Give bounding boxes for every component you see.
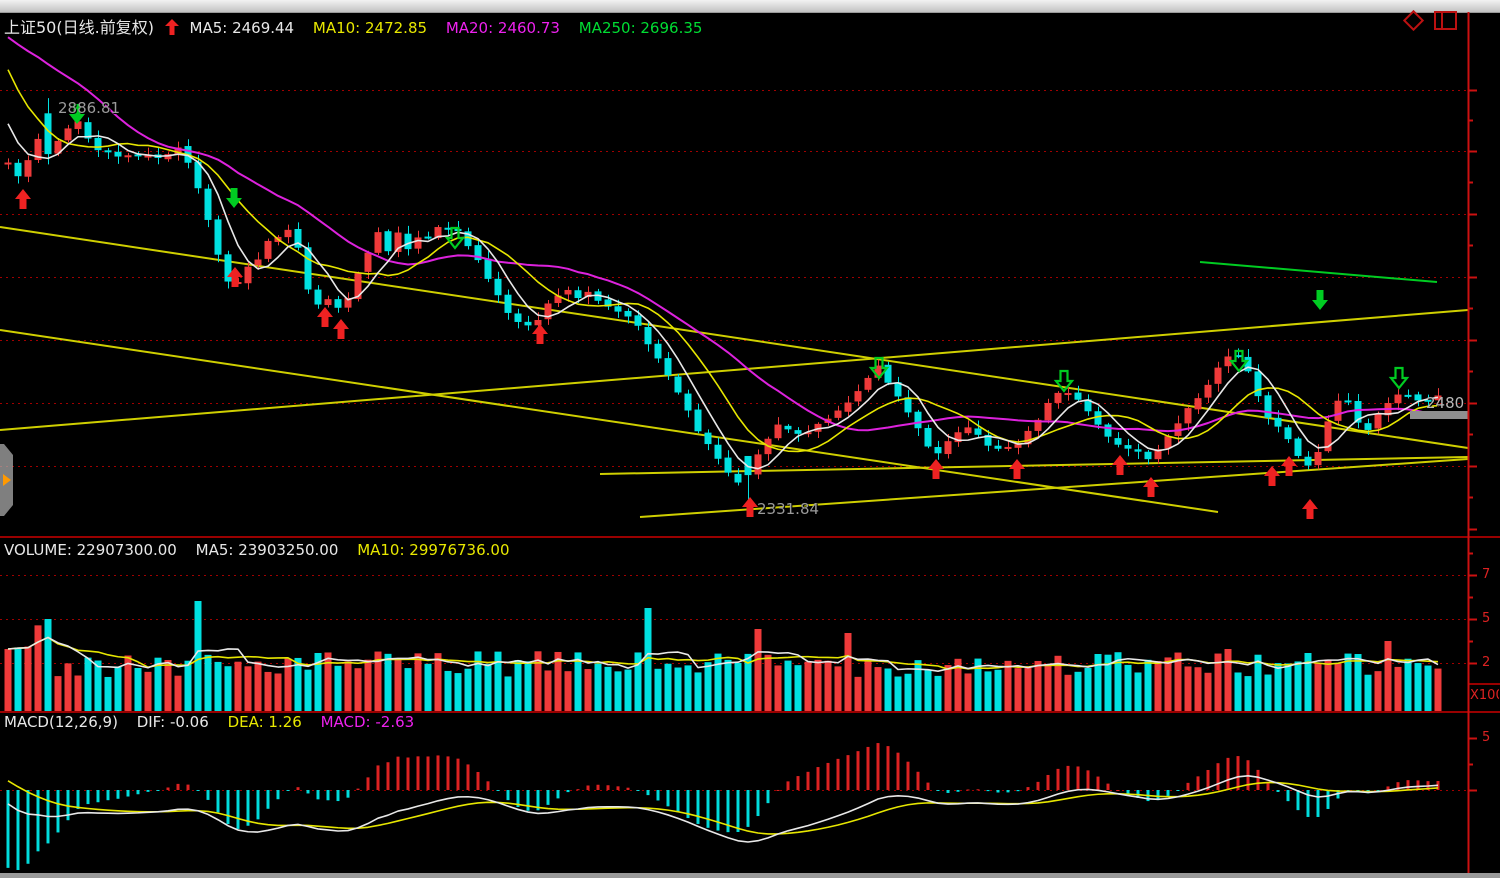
volume-bars (5, 601, 1442, 711)
macd-value: MACD: -2.63 (321, 713, 415, 731)
split-window-icon[interactable] (1434, 11, 1457, 30)
last-price-tag (1410, 411, 1468, 419)
symbol-title: 上证50(日线.前复权) (4, 18, 154, 37)
low-price-label: 2331.84 (757, 500, 819, 518)
hollow-signal-arrow (1391, 368, 1407, 388)
buy-signal-arrow (15, 189, 31, 209)
macd-axis-label: 5 (1482, 730, 1490, 745)
volume-axis-label: 2 (1482, 655, 1490, 670)
chart-canvas[interactable] (0, 0, 1500, 878)
volume-scale-label: X10000 (1470, 688, 1499, 703)
volume-axis-label: 5 (1482, 611, 1490, 626)
buy-signal-arrow (742, 497, 758, 517)
macd-lines (8, 776, 1438, 842)
right-axis (1468, 12, 1477, 873)
ma10-value: MA10: 2472.85 (313, 19, 427, 37)
buy-signal-arrow (1112, 455, 1128, 475)
last-price-label: 2480 (1426, 394, 1464, 412)
volume-ma-lines (8, 637, 1438, 671)
sell-signal-arrow (1312, 290, 1328, 310)
signal-arrows (15, 104, 1407, 519)
macd-header: MACD(12,26,9) DIF: -0.06 DEA: 1.26 MACD:… (4, 713, 428, 731)
high-price-label: 2886.81 (58, 99, 120, 117)
up-arrow-icon (165, 19, 179, 35)
volume-value: VOLUME: 22907300.00 (4, 541, 177, 559)
buy-signal-arrow (1009, 459, 1025, 479)
volume-ma5-value: MA5: 23903250.00 (196, 541, 339, 559)
price-tag (1410, 411, 1468, 419)
volume-axis-label: 7 (1482, 567, 1490, 582)
ma5-value: MA5: 2469.44 (190, 19, 295, 37)
sidebar-expand-handle[interactable] (0, 444, 13, 516)
stock-chart-app: 上证50(日线.前复权) MA5: 2469.44 MA10: 2472.85 … (0, 0, 1500, 878)
buy-signal-arrow (928, 459, 944, 479)
volume-ma10-value: MA10: 29976736.00 (357, 541, 509, 559)
trend-lines (0, 227, 1468, 517)
buy-signal-arrow (1302, 499, 1318, 519)
ma250-value: MA250: 2696.35 (579, 19, 703, 37)
expand-arrow-icon (3, 474, 11, 486)
buy-signal-arrow (1264, 466, 1280, 486)
main-chart-header: 上证50(日线.前复权) MA5: 2469.44 MA10: 2472.85 … (4, 14, 716, 38)
macd-formula: MACD(12,26,9) (4, 713, 118, 731)
ma20-value: MA20: 2460.73 (446, 19, 560, 37)
macd-histogram (7, 743, 1440, 870)
sell-signal-arrow (226, 188, 242, 208)
buy-signal-arrow (1281, 456, 1297, 476)
buy-signal-arrow (317, 307, 333, 327)
candlesticks (5, 98, 1442, 503)
dea-value: DEA: 1.26 (228, 713, 302, 731)
buy-signal-arrow (333, 319, 349, 339)
dif-value: DIF: -0.06 (137, 713, 209, 731)
volume-header: VOLUME: 22907300.00 MA5: 23903250.00 MA1… (4, 541, 524, 559)
